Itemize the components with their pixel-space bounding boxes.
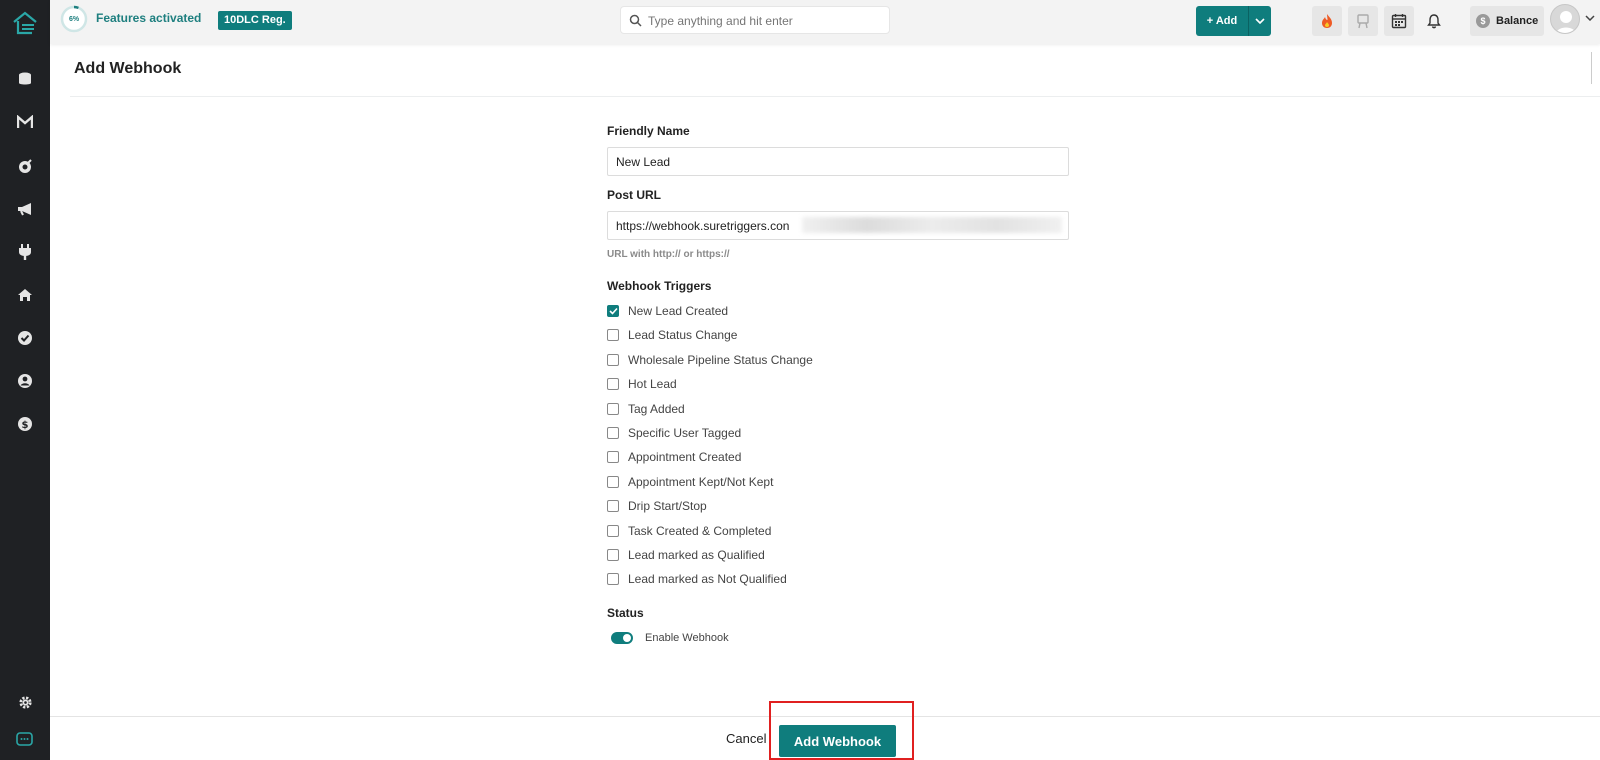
trigger-checkbox[interactable] [607,451,619,464]
trigger-row[interactable]: New Lead Created [607,303,728,319]
avatar-chevron-down-icon[interactable] [1585,15,1595,21]
trigger-checkbox[interactable] [607,329,619,342]
check-icon [608,307,618,315]
trigger-label: Hot Lead [628,377,677,392]
trigger-label: Lead marked as Qualified [628,548,765,562]
friendly-name-label: Friendly Name [607,124,690,138]
database-icon[interactable] [15,69,35,89]
coin-icon: $ [1476,14,1490,28]
top-bar: 6% Features activated 10DLC Reg. + Add $… [50,0,1600,44]
search-input[interactable] [648,11,883,30]
redacted-url-part [802,217,1062,233]
trigger-row[interactable]: Lead marked as Not Qualified [607,571,787,587]
user-circle-icon[interactable] [15,371,35,391]
progress-value: 6% [68,15,80,23]
plug-icon[interactable] [15,242,35,262]
hot-leads-button[interactable] [1312,6,1342,36]
trigger-checkbox[interactable] [607,353,619,366]
megaphone-icon[interactable] [15,199,35,219]
scrollbar-thumb[interactable] [1591,52,1592,84]
trigger-label: Appointment Created [628,450,742,465]
trigger-row[interactable]: Wholesale Pipeline Status Change [607,352,813,368]
search-box[interactable] [620,6,890,34]
chat-icon[interactable] [15,730,35,750]
target-icon[interactable] [15,156,35,176]
trigger-label: Wholesale Pipeline Status Change [628,352,813,367]
check-circle-icon[interactable] [15,328,35,348]
dollar-icon[interactable]: $ [15,414,35,434]
notifications-button[interactable] [1419,6,1449,36]
post-url-field[interactable] [607,211,1069,240]
fire-icon [1322,14,1332,28]
board-button[interactable] [1348,6,1378,36]
trigger-checkbox[interactable] [607,524,619,537]
trigger-row[interactable]: Drip Start/Stop [607,498,707,514]
post-url-label: Post URL [607,188,661,202]
webhook-triggers-label: Webhook Triggers [607,279,712,293]
trigger-row[interactable]: Appointment Kept/Not Kept [607,474,773,490]
highlight-box [769,701,914,760]
balance-button[interactable]: $ Balance [1470,6,1544,36]
trigger-label: Appointment Kept/Not Kept [628,474,774,489]
trigger-label: Tag Added [628,401,685,416]
logo-icon[interactable] [12,10,38,36]
trigger-checkbox[interactable] [607,378,619,391]
status-label: Status [607,606,644,620]
avatar[interactable] [1550,4,1580,34]
add-button[interactable]: + Add [1196,6,1248,36]
trigger-label: Lead Status Change [628,328,738,343]
trigger-checkbox[interactable] [607,402,619,415]
features-activated-label[interactable]: Features activated [96,11,201,25]
post-url-hint: URL with http:// or https:// [607,249,730,260]
calendar-button[interactable] [1384,6,1414,36]
sidebar: $ [0,0,50,760]
progress-ring[interactable]: 6% [60,5,88,33]
gear-icon[interactable] [15,692,35,712]
trigger-row[interactable]: Lead marked as Qualified [607,547,765,563]
bell-icon [1427,14,1441,29]
trigger-label: Lead marked as Not Qualified [628,572,787,587]
trigger-checkbox[interactable] [607,305,619,317]
easel-icon [1357,14,1369,29]
trigger-row[interactable]: Hot Lead [607,376,677,392]
trigger-label: Drip Start/Stop [628,499,707,514]
chevron-down-icon [1255,18,1265,24]
trigger-label: Task Created & Completed [628,523,772,538]
trigger-row[interactable]: Lead Status Change [607,327,737,343]
enable-webhook-toggle[interactable] [611,632,633,644]
friendly-name-input[interactable] [607,147,1069,176]
balance-label: Balance [1496,15,1539,27]
trigger-checkbox[interactable] [607,549,619,561]
trigger-checkbox[interactable] [607,500,619,513]
trigger-label: Specific User Tagged [628,426,742,440]
page-title: Add Webhook [74,60,182,77]
cancel-button[interactable]: Cancel [726,731,766,746]
mail-icon[interactable] [15,112,35,132]
home-icon[interactable] [15,285,35,305]
trigger-row[interactable]: Tag Added [607,401,685,417]
enable-webhook-label: Enable Webhook [645,632,729,644]
trigger-row[interactable]: Appointment Created [607,449,741,465]
header-divider [70,96,1600,97]
trigger-label: New Lead Created [628,304,729,318]
trigger-row[interactable]: Specific User Tagged [607,425,741,441]
svg-text:$: $ [22,420,29,431]
search-icon [629,14,642,27]
trigger-checkbox[interactable] [607,573,619,586]
trigger-row[interactable]: Task Created & Completed [607,523,771,539]
calendar-icon [1391,14,1407,29]
10dlc-reg-badge[interactable]: 10DLC Reg. [218,11,292,30]
enable-webhook-row: Enable Webhook [611,632,729,644]
trigger-checkbox[interactable] [607,427,619,439]
add-dropdown-button[interactable] [1248,6,1271,36]
trigger-checkbox[interactable] [607,475,619,488]
